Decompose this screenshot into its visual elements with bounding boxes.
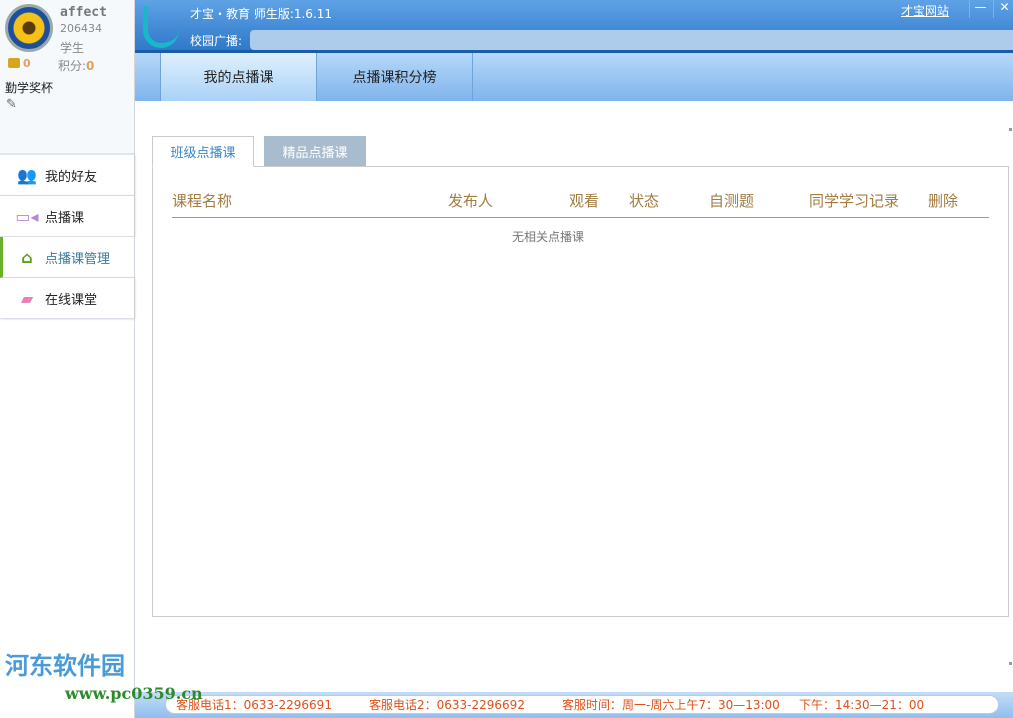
service-hours: 客服时间：周一-周六上午7：30—13:00 [562, 698, 780, 712]
broadcast-input[interactable] [250, 30, 1013, 50]
footer: 客服电话1：0633-2296691 客服电话2：0633-2296692 客服… [135, 692, 1013, 718]
manage-icon: ⌂ [21, 247, 33, 267]
service-afternoon: 下午：14:30—21：00 [799, 698, 925, 712]
site-link[interactable]: 才宝网站 [901, 2, 949, 19]
header: 才宝・教育 师生版:1.6.11 校园广播: 才宝网站 — ✕ [135, 0, 1013, 53]
support-info: 客服电话1：0633-2296691 客服电话2：0633-2296692 客服… [165, 695, 999, 714]
broadcast-label: 校园广播: [190, 34, 243, 48]
user-id: 206434 [60, 22, 102, 35]
user-name: affect [60, 5, 107, 20]
score: 积分:0 [58, 59, 95, 73]
phone2: 客服电话2：0633-2296692 [369, 698, 525, 712]
col-delete: 删除 [928, 192, 959, 210]
user-role: 学生 [60, 41, 85, 55]
minimize-button[interactable]: — [969, 0, 991, 18]
online-class-icon: ▰ [20, 288, 34, 308]
tab-vod-ranking[interactable]: 点播课积分榜 [316, 53, 473, 101]
coins: 0 [8, 57, 31, 70]
coin-icon [8, 58, 20, 68]
tab-premium-vod[interactable]: 精品点播课 [264, 136, 366, 167]
sidebar-item-online-class[interactable]: ▰ 在线课堂 [0, 278, 134, 319]
col-view: 观看 [569, 192, 600, 210]
video-icon: ▭◂ [15, 206, 39, 226]
col-quiz: 自测题 [709, 192, 755, 210]
user-profile: affect 206434 学生 0 积分:0 勤学奖杯 ✎ [0, 0, 134, 155]
watermark-url: www.pc0359.cn [65, 684, 203, 703]
col-status: 状态 [629, 192, 660, 210]
table-header: 课程名称 发布人 观看 状态 自测题 同学学习记录 删除 [172, 190, 989, 218]
close-button[interactable]: ✕ [993, 0, 1013, 18]
award: 勤学奖杯 [5, 81, 54, 95]
tab-class-vod[interactable]: 班级点播课 [152, 136, 254, 167]
watermark-name: 河东软件园 [5, 652, 125, 680]
avatar[interactable] [5, 4, 53, 52]
scroll-marker [1009, 662, 1012, 665]
empty-message: 无相关点播课 [512, 230, 585, 244]
app-logo [143, 6, 179, 48]
col-study-records: 同学学习记录 [809, 192, 900, 210]
col-publisher: 发布人 [448, 192, 494, 210]
friends-icon: 👥 [17, 165, 37, 185]
sidebar: affect 206434 学生 0 积分:0 勤学奖杯 ✎ 👥 我的好友 ▭◂ 点… [0, 0, 135, 718]
col-course-name: 课程名称 [172, 192, 233, 210]
pencil-icon[interactable]: ✎ [6, 97, 17, 112]
sidebar-item-vod[interactable]: ▭◂ 点播课 [0, 196, 134, 237]
sidebar-item-vod-manage[interactable]: ⌂ 点播课管理 [0, 237, 134, 278]
main-tabs: 我的点播课 点播课积分榜 [135, 53, 1013, 101]
sidebar-item-friends[interactable]: 👥 我的好友 [0, 155, 134, 196]
app-title: 才宝・教育 师生版:1.6.11 [190, 7, 333, 21]
tab-my-vod[interactable]: 我的点播课 [160, 53, 317, 101]
scroll-marker [1009, 128, 1012, 131]
